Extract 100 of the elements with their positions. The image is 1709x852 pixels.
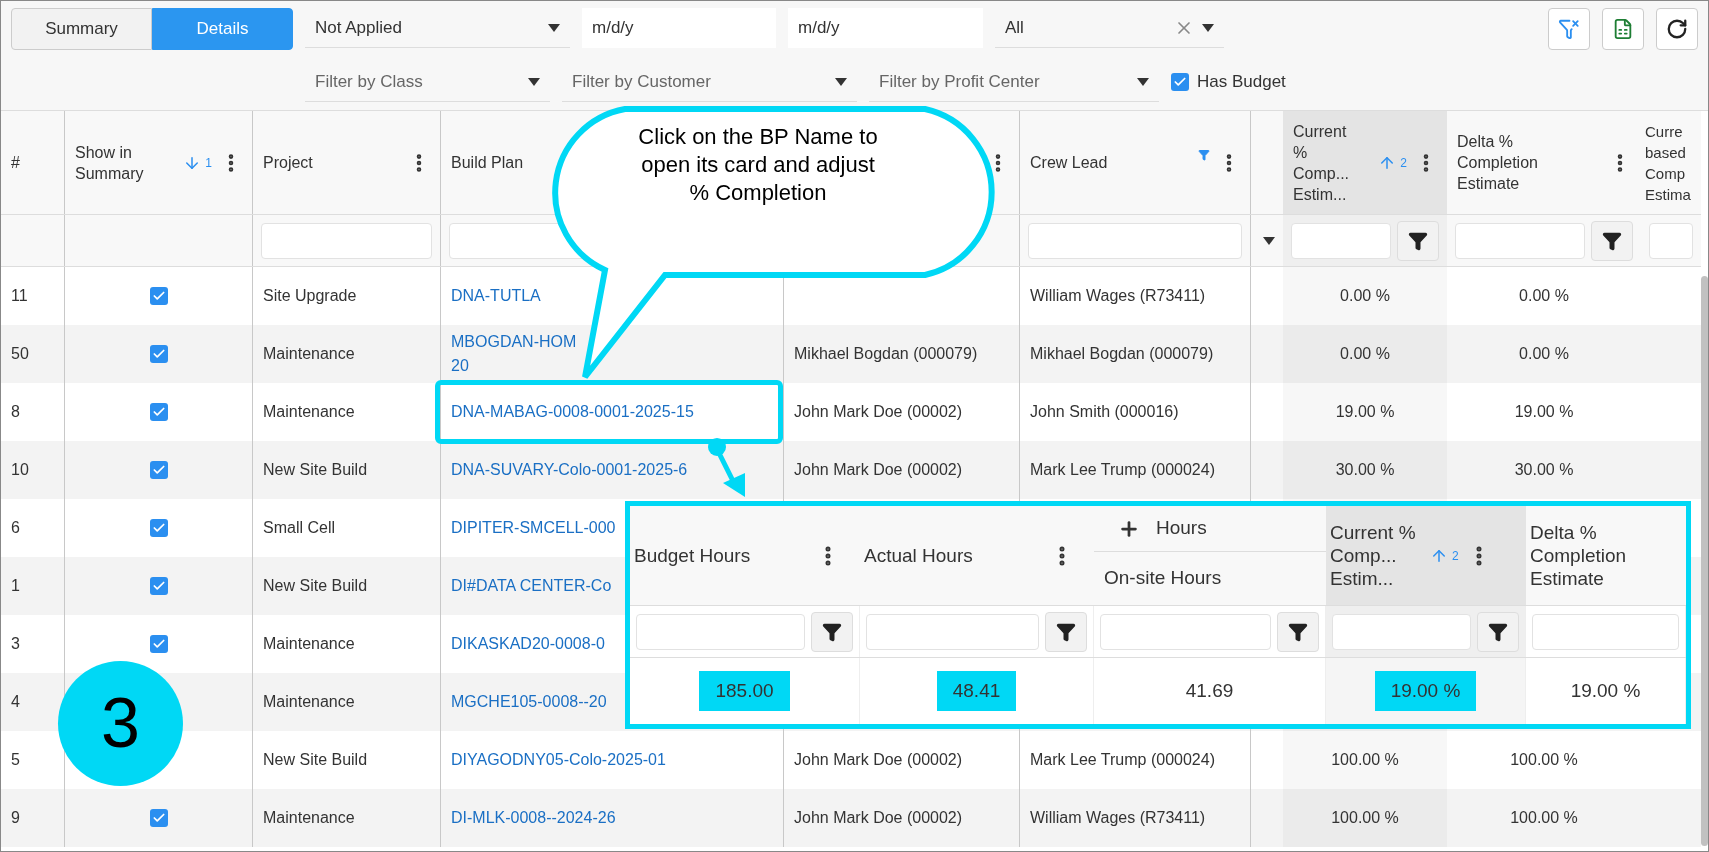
build-plan-link[interactable]: DNA-MABAG-0008-0001-2025-15 [451, 400, 694, 424]
table-cell-text: New Site Build [263, 460, 368, 480]
column-header[interactable]: Delta % Completion Estimate [1526, 506, 1686, 605]
filter-field[interactable] [1455, 222, 1585, 259]
value-cell: 48.41 [936, 670, 1017, 712]
table-cell-text: Site Upgrade [263, 286, 357, 306]
filter-field[interactable] [1100, 613, 1271, 650]
checkbox[interactable] [149, 635, 168, 653]
build-plan-link[interactable]: DI-MLK-0008--2024-26 [451, 806, 616, 830]
filter-button[interactable] [1277, 611, 1319, 652]
column-header[interactable]: On-site Hours [1094, 552, 1326, 605]
table-cell-text: Mikhael Bogdan (000079) [1030, 344, 1214, 364]
filter-field[interactable] [636, 613, 805, 650]
column-label: Budget Hours [634, 544, 752, 567]
filter-button[interactable] [1397, 220, 1439, 261]
funnel-icon [1056, 621, 1076, 642]
table-cell-text: 100.00 % [1510, 750, 1578, 770]
checkbox[interactable] [149, 461, 168, 479]
column-header[interactable]: Actual Hours [860, 506, 1094, 605]
table-cell-text: 30.00 % [1514, 460, 1574, 480]
filter-field[interactable] [1532, 613, 1679, 650]
check-icon [1173, 75, 1187, 89]
table-cell-text: 10 [11, 460, 29, 480]
filter-button[interactable] [1477, 611, 1519, 652]
checkbox[interactable] [1171, 73, 1189, 91]
export-excel-button[interactable] [1602, 8, 1644, 50]
table-cell-text: Maintenance [263, 344, 355, 364]
date-field[interactable]: m/d/y [788, 8, 983, 48]
checkbox-label: Has Budget [1197, 71, 1286, 94]
checkbox[interactable] [149, 809, 168, 827]
table-cell-text: 0.00 % [1519, 286, 1569, 306]
filter-field[interactable] [866, 613, 1039, 650]
table-cell-text: 4 [11, 692, 20, 712]
table-cell-text: 100.00 % [1331, 808, 1399, 828]
filter-field[interactable] [261, 222, 432, 259]
funnel-icon [1288, 621, 1308, 642]
filter-field[interactable] [1291, 222, 1391, 259]
build-plan-link[interactable]: DNA-TUTLA [451, 284, 541, 308]
table-cell-text: 100.00 % [1510, 808, 1578, 828]
check-icon [151, 579, 166, 593]
caret-icon [835, 77, 847, 86]
funnel-icon [822, 621, 842, 642]
checkbox[interactable] [149, 577, 168, 595]
funnel-icon [1602, 230, 1622, 251]
check-icon [151, 463, 166, 477]
column-label: Current % Comp... Estim... [1293, 121, 1350, 205]
column-header[interactable]: Project [253, 111, 441, 214]
checkbox[interactable] [149, 287, 168, 305]
caret-icon [1202, 23, 1214, 32]
table-cell-text: John Mark Doe (00002) [794, 402, 963, 422]
column-label: Show in Summary [75, 142, 145, 184]
table-cell-text: 19.00 % [1514, 402, 1574, 422]
date-field[interactable]: m/d/y [582, 8, 776, 48]
build-plan-link[interactable]: MGCHE105-0008--20 [451, 690, 607, 714]
column-header[interactable]: Show in Summary 1 [65, 111, 253, 214]
value-cell: 185.00 [699, 670, 790, 712]
table-cell-text: John Smith (000016) [1030, 402, 1179, 422]
build-plan-link[interactable]: DNA-SUVARY-Colo-0001-2025-6 [451, 458, 688, 482]
view-tab[interactable]: Summary [11, 8, 152, 50]
build-plan-link[interactable]: DIPITER-SMCELL-000 [451, 516, 616, 540]
build-plan-link[interactable]: DI#DATA CENTER-Co [451, 574, 612, 598]
group-label: Hours [1156, 516, 1207, 541]
filter-button[interactable] [1591, 220, 1633, 261]
column-header[interactable]: Delta % Completion Estimate [1447, 111, 1641, 214]
column-label: Actual Hours [864, 544, 974, 567]
column-header[interactable]: Curre based Comp Estima [1641, 111, 1701, 214]
funnel-icon [1488, 621, 1508, 642]
filter-field[interactable] [1028, 222, 1242, 259]
table-cell-text: New Site Build [263, 576, 368, 596]
table-cell-text: William Wages (R73411) [1030, 808, 1206, 828]
build-plan-link[interactable]: DIYAGODNY05-Colo-2025-01 [451, 748, 666, 772]
caret-icon [548, 23, 560, 32]
column-header[interactable]: Crew Lead [1020, 111, 1251, 214]
filter-button[interactable] [1045, 611, 1087, 652]
column-header[interactable]: Budget Hours [630, 506, 860, 605]
table-cell-text: Mark Lee Trump (000024) [1030, 750, 1215, 770]
caret-icon [528, 77, 540, 86]
table-cell-text: 50 [11, 344, 29, 364]
clear-filters-button[interactable] [1548, 8, 1590, 50]
build-plan-link[interactable]: DIKASKAD20-0008-0 [451, 632, 605, 656]
checkbox[interactable] [149, 519, 168, 537]
build-plan-link[interactable]: MBOGDAN-HOM 20 [451, 330, 577, 378]
checkbox[interactable] [149, 403, 168, 421]
table-cell-text: 0.00 % [1340, 344, 1390, 364]
filter-button[interactable] [811, 611, 853, 652]
column-label: Delta % Completion Estimate [1530, 521, 1628, 590]
check-icon [151, 521, 166, 535]
checkbox[interactable] [149, 345, 168, 363]
filter-field[interactable] [1332, 613, 1471, 650]
table-cell-text: 8 [11, 402, 20, 422]
column-header[interactable]: Current % Comp... Estim... 2 [1326, 506, 1526, 605]
table-cell-text: 3 [11, 634, 20, 654]
filter-field[interactable] [1649, 222, 1693, 259]
column-label: Delta % Completion Estimate [1457, 132, 1539, 194]
column-header[interactable]: Current % Comp... Estim... 2 [1283, 111, 1447, 214]
scrollbar[interactable] [1701, 276, 1708, 846]
table-cell-text: John Mark Doe (00002) [794, 460, 963, 480]
refresh-button[interactable] [1656, 8, 1698, 50]
table-cell-text: Maintenance [263, 634, 355, 654]
column-header[interactable]: # [1, 111, 65, 214]
